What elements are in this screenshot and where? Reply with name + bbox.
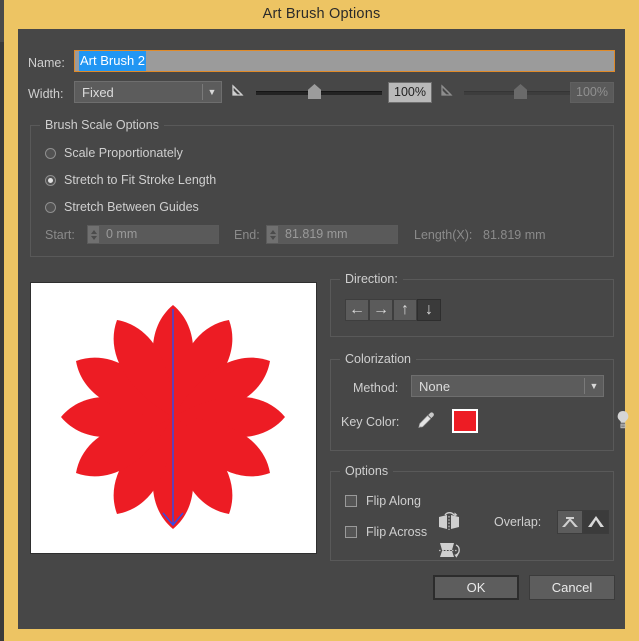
length-value: 81.819 mm [483,228,546,242]
brush-name-value: Art Brush 2 [79,51,147,71]
slider-knob[interactable] [308,84,321,99]
radio-indicator[interactable] [45,147,56,159]
arrow-down-icon: ↓ [425,301,433,318]
flip-across-checkbox[interactable] [345,526,357,538]
chevron-down-icon: ▼ [589,381,599,391]
eyedropper-icon[interactable] [416,410,436,432]
radio-scale-proportionately[interactable]: Scale Proportionately [45,146,183,160]
width-method-select[interactable]: Fixed ▼ [74,81,222,103]
width-method-value: Fixed [82,84,114,100]
chevron-down-icon: ▼ [207,87,217,97]
ok-button-label: OK [466,580,486,595]
brush-scale-options-group: Brush Scale Options Scale Proportionatel… [30,118,614,257]
options-group: Options Flip Along Flip Across Overlap: [330,464,614,561]
width-slider-right [464,83,579,101]
stylus-tilt-icon [441,84,453,96]
overlap-button-row [557,510,609,534]
brush-name-input[interactable]: Art Brush 2 [74,50,615,72]
slider-knob [514,84,527,99]
width-value-left[interactable]: 100% [388,82,432,103]
art-brush-options-dialog: Art Brush Options Name: Art Brush 2 Widt… [4,0,639,641]
tips-lightbulb-icon[interactable] [614,409,632,433]
radio-stretch-to-fit-stroke-length[interactable]: Stretch to Fit Stroke Length [45,173,216,187]
start-value-stepper: 0 mm [87,225,219,244]
radio-label: Scale Proportionately [64,146,183,160]
flip-along-checkbox[interactable] [345,495,357,507]
end-label: End: [234,228,260,242]
start-label: Start: [45,228,75,242]
radio-indicator[interactable] [45,201,56,213]
flip-across-checkbox-row[interactable]: Flip Across [345,525,427,539]
colorization-method-select[interactable]: None ▼ [411,375,604,397]
colorization-method-label: Method: [353,381,399,395]
direction-down-button[interactable]: ↓ [417,299,441,321]
arrow-up-icon: ↑ [401,301,409,318]
overlap-label: Overlap: [494,515,542,529]
direction-left-button[interactable]: ← [345,299,369,321]
cancel-button[interactable]: Cancel [529,575,615,600]
options-title: Options [340,464,394,478]
direction-right-button[interactable]: → [369,299,393,321]
overlap-on-button[interactable] [583,510,609,534]
stepper-arrows-icon [87,225,100,244]
direction-up-button[interactable]: ↑ [393,299,417,321]
brush-preview [30,282,317,554]
ok-button[interactable]: OK [433,575,519,600]
colorization-group: Colorization Method: None ▼ Key Color: [330,352,629,451]
arrow-right-icon: → [373,301,389,318]
end-value: 81.819 mm [279,225,398,244]
chevron-flat-icon [562,517,578,527]
flip-along-icon [439,511,459,530]
flip-along-label: Flip Along [366,494,421,508]
radio-label: Stretch to Fit Stroke Length [64,173,217,187]
dialog-title: Art Brush Options [262,6,381,22]
stepper-arrows-icon [266,225,279,244]
colorization-method-value: None [419,378,451,394]
flip-along-checkbox-row[interactable]: Flip Along [345,494,421,508]
flip-across-label: Flip Across [366,525,428,539]
width-label: Width: [28,87,64,101]
arrow-left-icon: ← [349,301,365,318]
chevron-peak-icon [588,516,604,527]
width-value-right: 100% [570,82,614,103]
flip-across-icon [439,543,460,558]
direction-group: Direction: ← → ↑ ↓ [330,272,614,337]
end-value-stepper: 81.819 mm [266,225,398,244]
brush-scale-options-title: Brush Scale Options [40,118,164,132]
key-color-swatch[interactable] [452,409,478,433]
name-label: Name: [28,56,65,70]
colorization-title: Colorization [340,352,417,366]
direction-title: Direction: [340,272,403,286]
start-value: 0 mm [100,225,219,244]
width-slider-left[interactable] [256,83,382,101]
stylus-pressure-icon [232,84,244,96]
key-color-label: Key Color: [341,415,400,429]
dialog-body: Name: Art Brush 2 Width: Fixed ▼ 100% 10… [18,29,629,629]
radio-stretch-between-guides[interactable]: Stretch Between Guides [45,200,199,214]
radio-indicator[interactable] [45,174,56,186]
length-label: Length(X): [414,228,473,242]
direction-button-row: ← → ↑ ↓ [345,299,441,321]
brush-preview-artwork [61,305,285,529]
radio-label: Stretch Between Guides [64,200,199,214]
dialog-title-bar: Art Brush Options [4,0,639,28]
cancel-button-label: Cancel [551,580,593,595]
overlap-off-button[interactable] [557,510,583,534]
